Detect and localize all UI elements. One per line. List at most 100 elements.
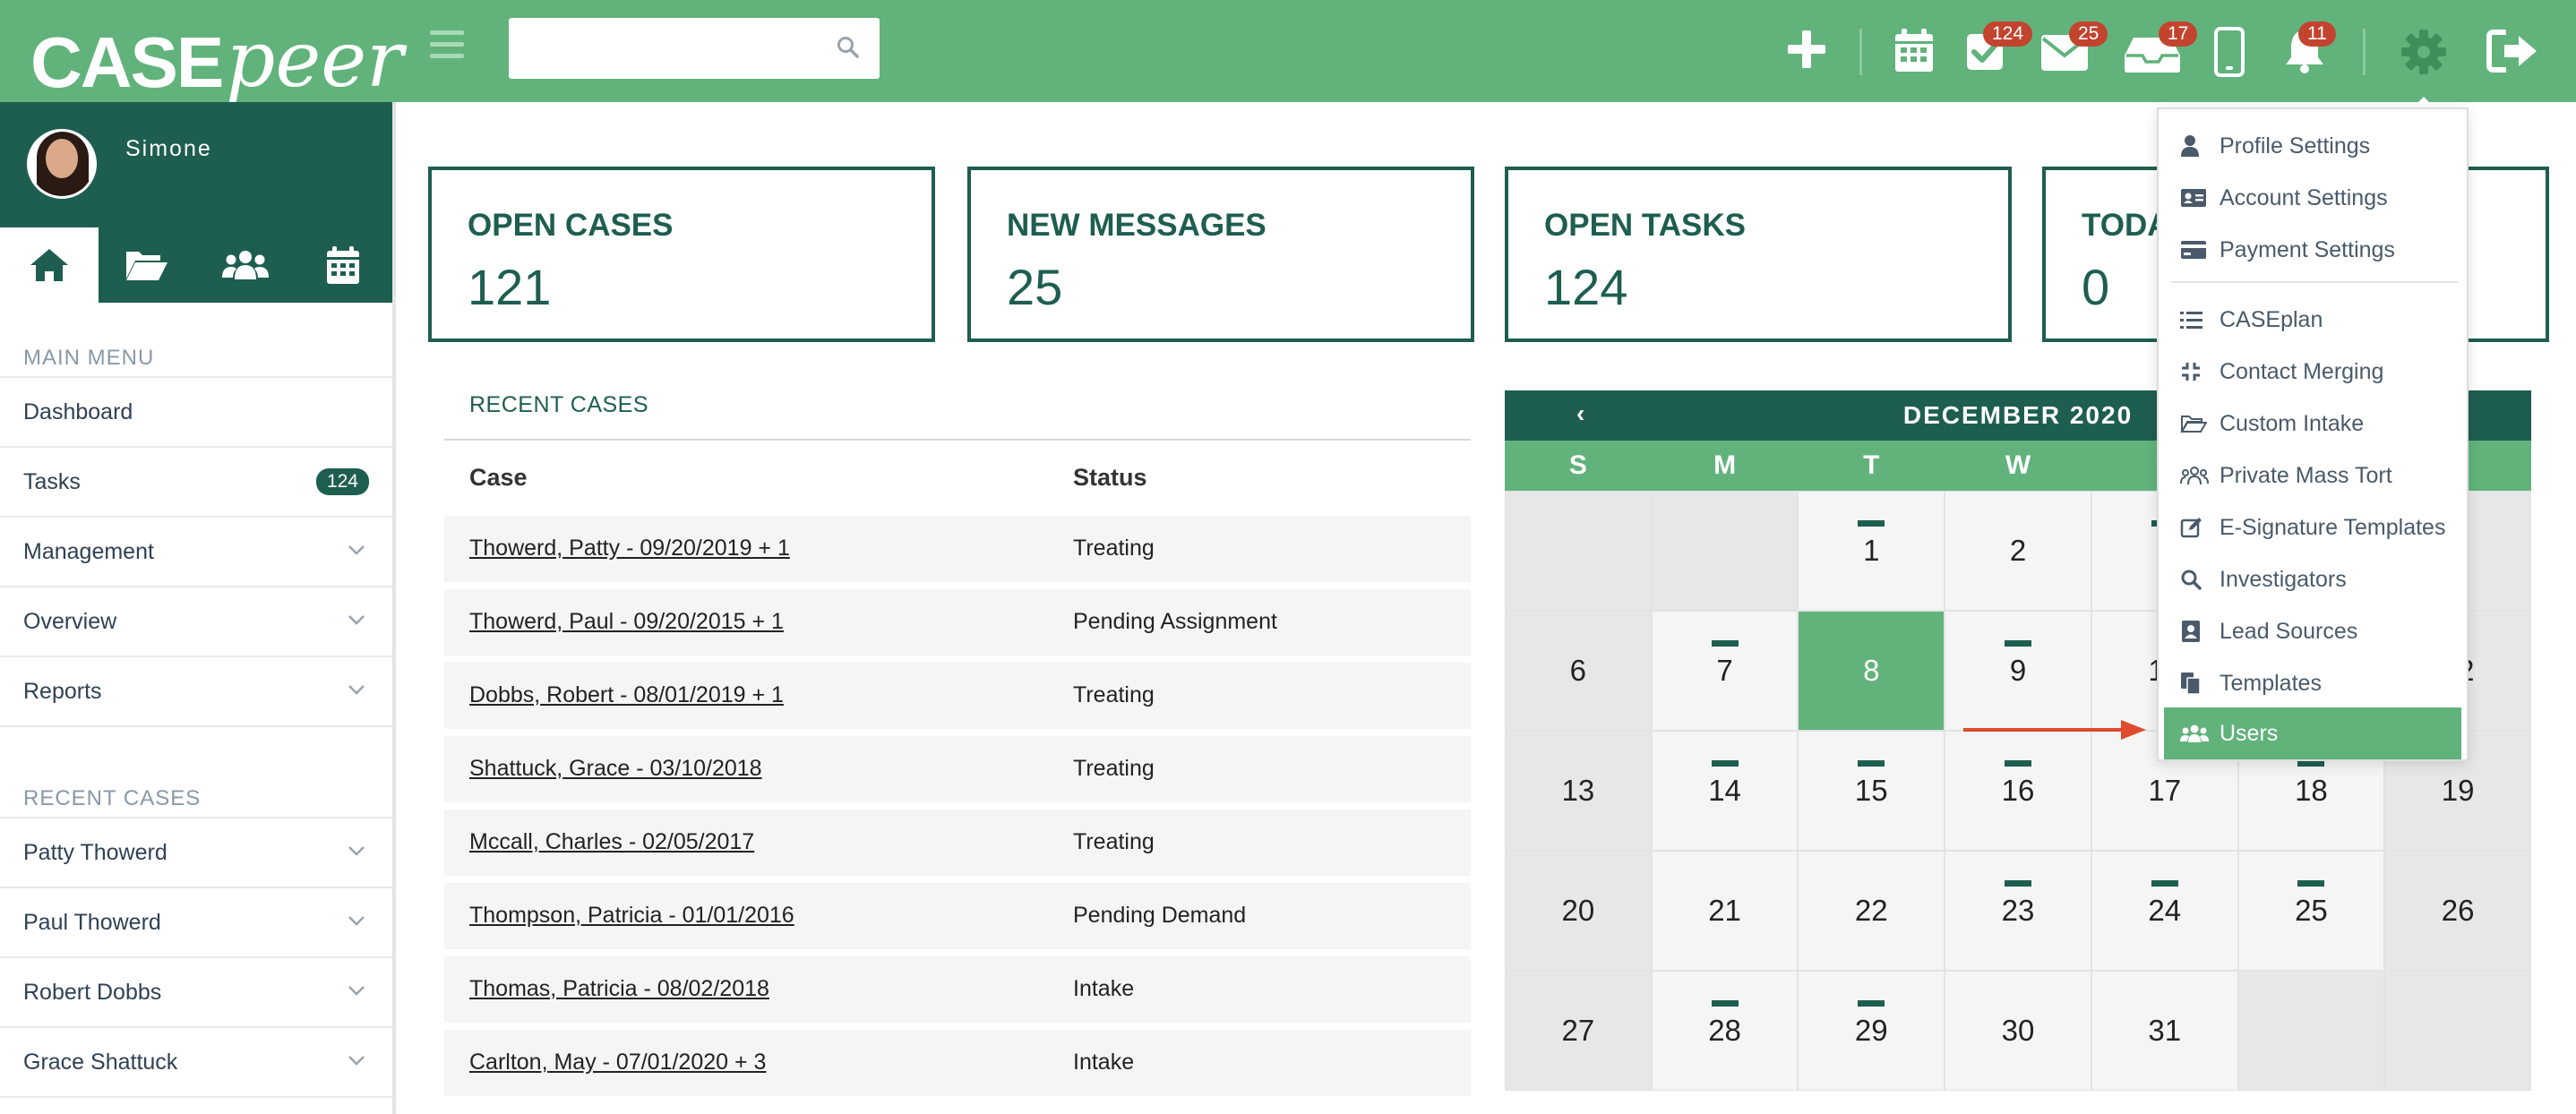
calendar-day-number: 30 [2001, 1014, 2035, 1047]
sidebar-item-reports[interactable]: Reports [0, 657, 392, 727]
home-tab[interactable] [0, 227, 99, 303]
calendar-day[interactable]: 16 [1945, 731, 2091, 851]
calendar-day-number: 26 [2441, 894, 2475, 927]
recent-case-item[interactable]: Paul Thowerd [0, 888, 392, 958]
calendar-day[interactable]: 6 [1505, 611, 1652, 731]
case-link[interactable]: Shattuck, Grace - 03/10/2018 [469, 756, 762, 782]
case-link[interactable]: Thompson, Patricia - 01/01/2016 [469, 903, 794, 929]
menu-item-templates[interactable]: Templates [2164, 657, 2461, 709]
calendar-day[interactable]: 15 [1798, 731, 1945, 851]
calendar-day[interactable]: 28 [1651, 971, 1799, 1091]
search-icon[interactable] [837, 36, 860, 59]
menu-item-contact-merging[interactable]: Contact Merging [2164, 346, 2461, 398]
calendar-icon[interactable] [1893, 27, 1935, 73]
folder-open-icon [126, 252, 168, 280]
case-link[interactable]: Thowerd, Patty - 09/20/2019 + 1 [469, 536, 790, 561]
logout-icon[interactable] [2486, 29, 2540, 73]
calendar-tab[interactable] [295, 227, 393, 303]
event-indicator [2004, 760, 2031, 767]
calendar-day[interactable]: 26 [2384, 851, 2531, 971]
table-row: Thowerd, Patty - 09/20/2019 + 1 Treating [444, 516, 1471, 582]
menu-item-payment-settings[interactable]: Payment Settings [2164, 224, 2461, 276]
cases-tab[interactable] [99, 227, 197, 303]
table-row: Thompson, Patricia - 01/01/2016 Pending D… [444, 883, 1471, 949]
calendar-empty-cell [2237, 971, 2385, 1091]
calendar-day[interactable]: 13 [1505, 731, 1652, 851]
menu-item-profile-settings[interactable]: Profile Settings [2164, 120, 2461, 172]
phone-icon[interactable] [2214, 27, 2245, 77]
case-link[interactable]: Thomas, Patricia - 08/02/2018 [469, 976, 769, 1002]
weekday-label: S [1568, 450, 1587, 480]
table-row: Thowerd, Paul - 09/20/2015 + 1 Pending As… [444, 589, 1471, 656]
menu-item-investigators[interactable]: Investigators [2164, 553, 2461, 605]
calendar-day-number: 19 [2441, 774, 2475, 807]
contacts-tab[interactable] [196, 227, 295, 303]
menu-item-private-mass-tort[interactable]: Private Mass Tort [2164, 450, 2461, 501]
folder-open-icon [2180, 414, 2211, 433]
calendar-day[interactable]: 7 [1651, 611, 1799, 731]
sidebar-item-dashboard[interactable]: Dashboard [0, 378, 392, 448]
menu-item-label: Profile Settings [2220, 133, 2371, 159]
avatar[interactable] [27, 129, 97, 199]
case-link[interactable]: Dobbs, Robert - 08/01/2019 + 1 [469, 682, 784, 708]
users-icon [221, 251, 269, 279]
plus-icon[interactable] [1784, 27, 1829, 72]
recent-case-item[interactable]: Grace Shattuck [0, 1028, 392, 1098]
menu-item-users[interactable]: Users [2164, 707, 2461, 759]
casepeer-logo[interactable]: CASE peer [30, 5, 403, 99]
menu-item-caseplan[interactable]: CASEplan [2164, 294, 2461, 346]
calendar-day[interactable]: 29 [1798, 971, 1945, 1091]
search-input[interactable] [509, 18, 880, 79]
gear-icon[interactable] [2400, 29, 2447, 75]
recent-case-item[interactable]: Robert Dobbs [0, 958, 392, 1028]
calendar-day[interactable]: 31 [2091, 971, 2238, 1091]
calendar-empty-cell [1505, 491, 1652, 611]
hamburger-menu-icon[interactable] [430, 30, 464, 61]
calendar-day[interactable]: 21 [1651, 851, 1799, 971]
calendar-day[interactable]: 24 [2091, 851, 2238, 971]
menu-item-lead-sources[interactable]: Lead Sources [2164, 605, 2461, 657]
sidebar-item-tasks[interactable]: Tasks 124 [0, 448, 392, 518]
edit-icon [2180, 516, 2211, 539]
stat-card-open-cases[interactable]: OPEN CASES 121 [428, 167, 935, 342]
chevron-down-icon [348, 615, 365, 625]
calendar-day-number: 29 [1854, 1014, 1888, 1047]
calendar-day[interactable]: 9 [1945, 611, 2091, 731]
calendar-day[interactable]: 1 [1798, 491, 1945, 611]
event-indicator [2297, 880, 2325, 887]
id-card-icon [2180, 188, 2211, 208]
calendar-day[interactable]: 8 [1798, 611, 1945, 731]
calendar-day[interactable]: 20 [1505, 851, 1652, 971]
calendar-day[interactable]: 14 [1651, 731, 1799, 851]
calendar-day[interactable]: 27 [1505, 971, 1652, 1091]
case-link[interactable]: Mccall, Charles - 02/05/2017 [469, 829, 754, 855]
recent-case-item[interactable]: Patty Thowerd [0, 818, 392, 888]
table-row: Dobbs, Robert - 08/01/2019 + 1 Treating [444, 663, 1471, 729]
menu-item-label: Custom Intake [2220, 410, 2365, 436]
menu-divider [2171, 281, 2458, 283]
calendar-icon [327, 246, 360, 284]
event-indicator [2004, 880, 2031, 887]
stat-card-open-tasks[interactable]: OPEN TASKS 124 [1505, 167, 2012, 342]
menu-item-custom-intake[interactable]: Custom Intake [2164, 398, 2461, 450]
case-link[interactable]: Thowerd, Paul - 09/20/2015 + 1 [469, 609, 784, 635]
calendar-day[interactable]: 2 [1945, 491, 2091, 611]
menu-item-label: Templates [2220, 670, 2322, 696]
calendar-day[interactable]: 23 [1945, 851, 2091, 971]
menu-item-e-signature-templates[interactable]: E-Signature Templates [2164, 501, 2461, 553]
sidebar-item-overview[interactable]: Overview [0, 587, 392, 657]
calendar-day[interactable]: 25 [2237, 851, 2385, 971]
menu-item-label: Investigators [2220, 566, 2347, 592]
calendar-day-number: 9 [2009, 654, 2027, 687]
credit-card-icon [2180, 240, 2211, 260]
settings-dropdown-menu: Profile Settings Account Settings Paymen… [2157, 107, 2469, 761]
calendar-day[interactable]: 22 [1798, 851, 1945, 971]
username: Simone [125, 136, 212, 161]
logo-peer-text: peer [226, 15, 404, 105]
calendar-day[interactable]: 30 [1945, 971, 2091, 1091]
case-link[interactable]: Carlton, May - 07/01/2020 + 3 [469, 1050, 766, 1075]
calendar-day-number: 24 [2148, 894, 2182, 927]
menu-item-account-settings[interactable]: Account Settings [2164, 172, 2461, 224]
stat-card-new-messages[interactable]: NEW MESSAGES 25 [967, 167, 1474, 342]
sidebar-item-management[interactable]: Management [0, 518, 392, 587]
